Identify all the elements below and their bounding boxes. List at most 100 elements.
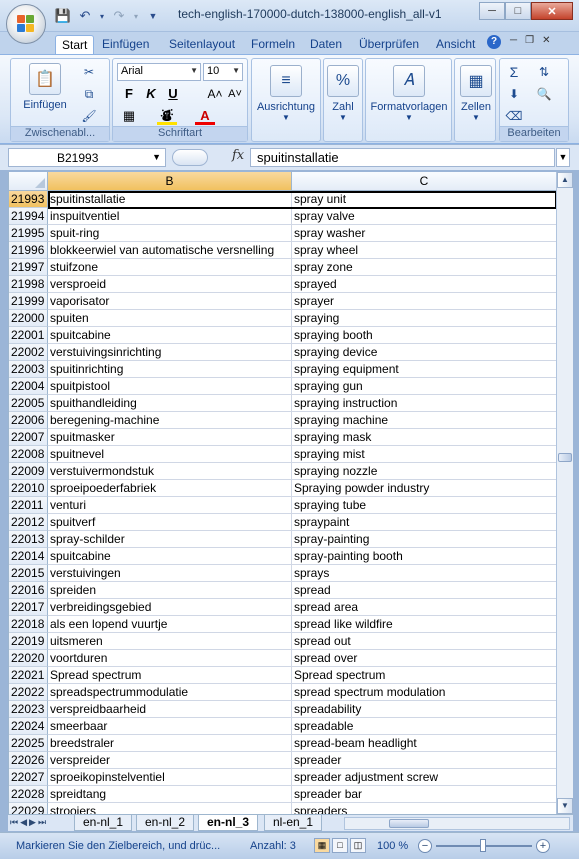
maximize-icon[interactable]: □	[505, 2, 531, 20]
row-header[interactable]: 22025	[9, 735, 48, 752]
workbook-close-icon[interactable]: ✕	[542, 35, 550, 46]
zoom-level[interactable]: 100 %	[377, 840, 408, 852]
cell-english[interactable]: spreadable	[292, 718, 556, 735]
zoom-out-icon[interactable]: −	[418, 839, 432, 853]
cells-button[interactable]: ▦ Zellen ▼	[455, 65, 497, 122]
cell-english[interactable]: spread like wildfire	[292, 616, 556, 633]
undo-icon[interactable]: ↶	[76, 7, 94, 25]
fill-color-icon[interactable]: ⛇	[157, 107, 177, 125]
row-header[interactable]: 22020	[9, 650, 48, 667]
zoom-slider-thumb[interactable]	[480, 839, 486, 852]
page-layout-view-icon[interactable]: □	[332, 838, 348, 853]
row-header[interactable]: 22021	[9, 667, 48, 684]
cell-dutch[interactable]: Spread spectrum	[48, 667, 292, 684]
cell-english[interactable]: spraypaint	[292, 514, 556, 531]
row-header[interactable]: 22023	[9, 701, 48, 718]
row-header[interactable]: 22009	[9, 463, 48, 480]
cell-dutch[interactable]: verstuivermondstuk	[48, 463, 292, 480]
row-header[interactable]: 22006	[9, 412, 48, 429]
row-header[interactable]: 22026	[9, 752, 48, 769]
borders-icon[interactable]: ▦	[119, 107, 139, 125]
row-header[interactable]: 22010	[9, 480, 48, 497]
row-header[interactable]: 22029	[9, 803, 48, 814]
cut-icon[interactable]: ✂	[79, 63, 99, 81]
cell-english[interactable]: spraying equipment	[292, 361, 556, 378]
customize-toolbar-icon[interactable]: ▼	[144, 7, 162, 25]
number-button[interactable]: % Zahl ▼	[324, 65, 362, 122]
cell-dutch[interactable]: verbreidingsgebied	[48, 599, 292, 616]
cell-english[interactable]: Spraying powder industry	[292, 480, 556, 497]
row-header[interactable]: 21999	[9, 293, 48, 310]
cell-dutch[interactable]: spuitinstallatie	[48, 191, 292, 208]
cell-english[interactable]: spreader bar	[292, 786, 556, 803]
cell-english[interactable]: spraying nozzle	[292, 463, 556, 480]
tab-seitenlayout[interactable]: Seitenlayout	[163, 35, 241, 54]
name-box[interactable]: B21993 ▼	[8, 148, 166, 167]
cell-english[interactable]: spraying tube	[292, 497, 556, 514]
autosum-icon[interactable]: Σ	[504, 63, 524, 81]
formula-cancel-enter-icon[interactable]	[172, 149, 208, 166]
alignment-button[interactable]: ≡ Ausrichtung ▼	[252, 65, 320, 122]
copy-icon[interactable]: ⧉	[79, 85, 99, 103]
column-header-b[interactable]: B	[48, 172, 292, 191]
last-sheet-icon[interactable]: ⏭	[38, 817, 46, 828]
font-size-select[interactable]: 10 ▼	[203, 63, 243, 81]
select-all-corner[interactable]	[9, 172, 48, 191]
tab-start[interactable]: Start	[55, 35, 95, 54]
row-header[interactable]: 22027	[9, 769, 48, 786]
cell-dutch[interactable]: spreidtang	[48, 786, 292, 803]
cell-dutch[interactable]: stuifzone	[48, 259, 292, 276]
row-header[interactable]: 22011	[9, 497, 48, 514]
row-header[interactable]: 22024	[9, 718, 48, 735]
row-header[interactable]: 21994	[9, 208, 48, 225]
font-color-icon[interactable]: A	[195, 107, 215, 125]
sheet-tab-en-nl-1[interactable]: en-nl_1	[74, 815, 133, 831]
cell-english[interactable]: spraying machine	[292, 412, 556, 429]
redo-icon[interactable]: ↷	[110, 7, 128, 25]
cell-dutch[interactable]: versproeid	[48, 276, 292, 293]
cell-english[interactable]: spreadability	[292, 701, 556, 718]
cell-english[interactable]: sprays	[292, 565, 556, 582]
row-header[interactable]: 22016	[9, 582, 48, 599]
cell-dutch[interactable]: sproeikopinstelventiel	[48, 769, 292, 786]
cell-english[interactable]: spread spectrum modulation	[292, 684, 556, 701]
cell-english[interactable]: spreaders	[292, 803, 556, 814]
cell-english[interactable]: sprayed	[292, 276, 556, 293]
cell-english[interactable]: spray washer	[292, 225, 556, 242]
sort-filter-icon[interactable]: ⇅	[534, 63, 554, 81]
row-header[interactable]: 22028	[9, 786, 48, 803]
cell-dutch[interactable]: venturi	[48, 497, 292, 514]
cell-dutch[interactable]: spray-schilder	[48, 531, 292, 548]
cell-dutch[interactable]: sproeipoederfabriek	[48, 480, 292, 497]
redo-dropdown-icon[interactable]: ▾	[132, 7, 140, 25]
cell-english[interactable]: Spread spectrum	[292, 667, 556, 684]
row-header[interactable]: 22013	[9, 531, 48, 548]
cell-dutch[interactable]: uitsmeren	[48, 633, 292, 650]
page-break-view-icon[interactable]: ◫	[350, 838, 366, 853]
format-painter-icon[interactable]: 🖌	[79, 107, 99, 125]
cell-dutch[interactable]: smeerbaar	[48, 718, 292, 735]
scroll-down-icon[interactable]: ▼	[557, 798, 573, 814]
cell-english[interactable]: spread-beam headlight	[292, 735, 556, 752]
help-icon[interactable]: ?	[487, 35, 501, 49]
tab-formeln[interactable]: Formeln	[245, 35, 301, 54]
column-header-c[interactable]: C	[292, 172, 556, 191]
fill-icon[interactable]: ⬇	[504, 85, 524, 103]
workbook-minimize-icon[interactable]: ─	[510, 35, 517, 46]
scroll-up-icon[interactable]: ▲	[557, 172, 573, 188]
cell-dutch[interactable]: spuitinrichting	[48, 361, 292, 378]
cell-dutch[interactable]: spuitverf	[48, 514, 292, 531]
close-icon[interactable]: ✕	[531, 2, 573, 20]
row-header[interactable]: 22018	[9, 616, 48, 633]
cell-dutch[interactable]: spuiten	[48, 310, 292, 327]
cell-dutch[interactable]: spuitpistool	[48, 378, 292, 395]
cell-dutch[interactable]: vaporisator	[48, 293, 292, 310]
undo-dropdown-icon[interactable]: ▾	[98, 7, 106, 25]
cell-english[interactable]: spray-painting booth	[292, 548, 556, 565]
cell-dutch[interactable]: voortduren	[48, 650, 292, 667]
font-name-select[interactable]: Arial ▼	[117, 63, 201, 81]
cell-english[interactable]: spray wheel	[292, 242, 556, 259]
row-header[interactable]: 22003	[9, 361, 48, 378]
cell-english[interactable]: spread over	[292, 650, 556, 667]
grow-font-icon[interactable]: A˄	[205, 85, 225, 103]
